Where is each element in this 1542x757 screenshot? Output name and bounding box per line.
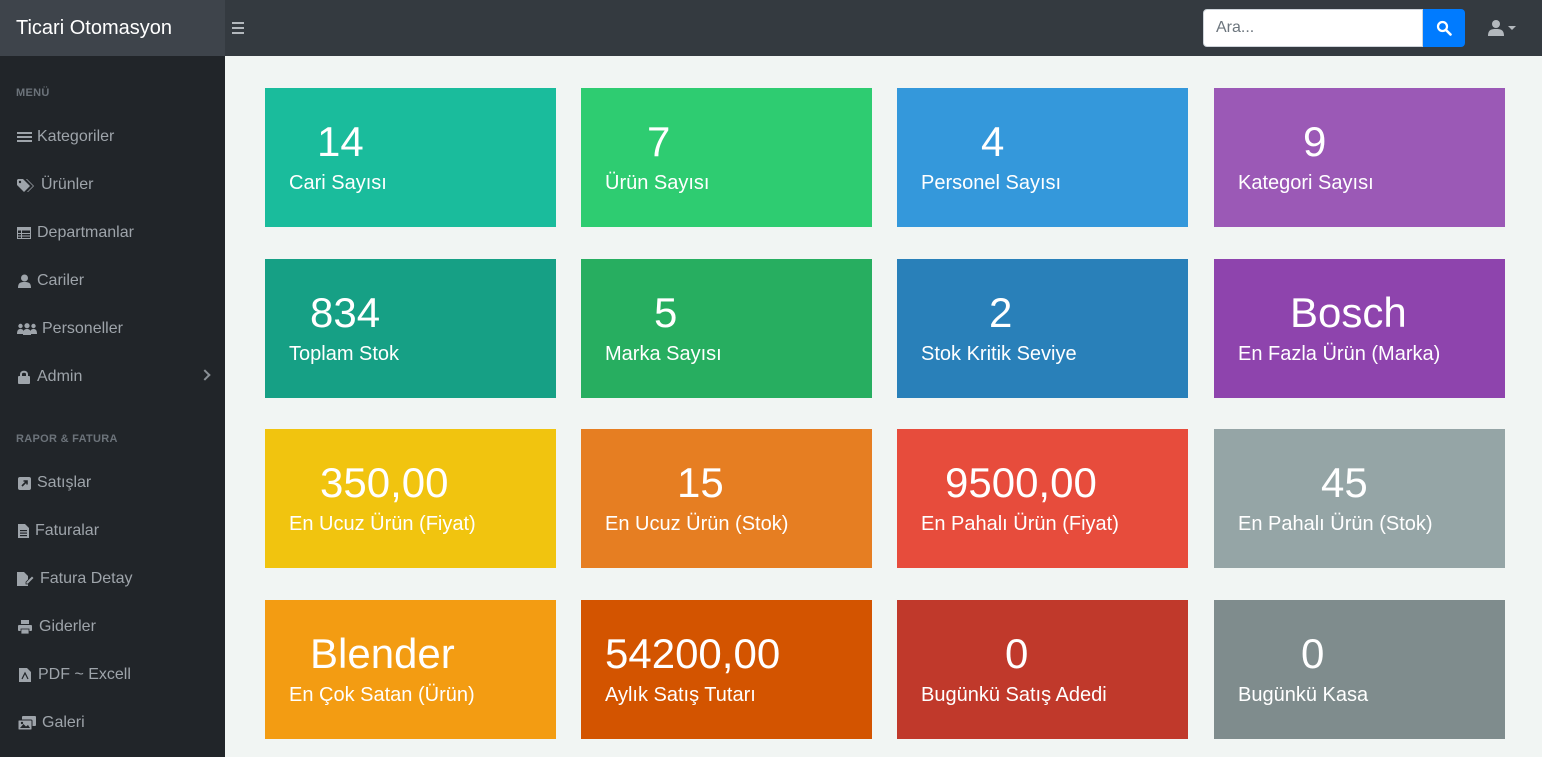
users-icon — [16, 321, 37, 337]
stat-card-en-ucuz-urun-fiyat[interactable]: 350,00 En Ucuz Ürün (Fiyat) — [265, 429, 556, 568]
edit-file-icon — [16, 571, 35, 587]
stat-label: Cari Sayısı — [289, 172, 387, 194]
pdf-file-icon — [16, 667, 33, 683]
sidebar-item-label: Galeri — [42, 714, 85, 731]
caret-down-icon — [1508, 26, 1516, 30]
sidebar-item-galeri[interactable]: Galeri — [0, 703, 225, 743]
stat-value: 45 — [1321, 459, 1368, 506]
stat-value: 14 — [317, 118, 364, 165]
search-input[interactable] — [1203, 9, 1423, 47]
stat-value: Blender — [310, 630, 455, 677]
stat-value: 9500,00 — [945, 459, 1097, 506]
stat-value: 350,00 — [320, 459, 449, 506]
stat-label: En Ucuz Ürün (Stok) — [605, 513, 789, 535]
sidebar-item-pdf-excell[interactable]: PDF ~ Excell — [0, 655, 225, 695]
sidebar-item-label: Admin — [37, 368, 83, 385]
stat-card-bugunku-kasa[interactable]: 0 Bugünkü Kasa — [1214, 600, 1505, 739]
sidebar-item-satislar[interactable]: Satışlar — [0, 463, 225, 503]
sidebar-item-urunler[interactable]: Ürünler — [0, 165, 225, 205]
stat-card-en-pahali-urun-stok[interactable]: 45 En Pahalı Ürün (Stok) — [1214, 429, 1505, 568]
sidebar-item-faturalar[interactable]: Faturalar — [0, 511, 225, 551]
stat-value: 15 — [677, 459, 724, 506]
sidebar-item-kategoriler[interactable]: Kategoriler — [0, 117, 225, 157]
file-text-icon — [16, 523, 30, 539]
stat-card-kategori-sayisi[interactable]: 9 Kategori Sayısı — [1214, 88, 1505, 227]
lock-icon — [16, 369, 32, 385]
sidebar-heading-rapor-fatura: RAPOR & FATURA — [16, 433, 118, 445]
search-button[interactable] — [1423, 9, 1465, 47]
stat-card-marka-sayisi[interactable]: 5 Marka Sayısı — [581, 259, 872, 398]
stat-card-en-cok-satan-urun[interactable]: Blender En Çok Satan (Ürün) — [265, 600, 556, 739]
sidebar-item-label: Kategoriler — [37, 128, 115, 145]
sidebar: MENÜ Kategoriler Ürünler Departmanlar Ca… — [0, 56, 225, 757]
stat-card-aylik-satis-tutari[interactable]: 54200,00 Aylık Satış Tutarı — [581, 600, 872, 739]
tags-icon — [16, 177, 36, 193]
sidebar-item-label: Giderler — [39, 618, 96, 635]
stat-card-en-fazla-urun-marka[interactable]: Bosch En Fazla Ürün (Marka) — [1214, 259, 1505, 398]
sidebar-item-cariler[interactable]: Cariler — [0, 261, 225, 301]
stat-label: En Pahalı Ürün (Stok) — [1238, 513, 1433, 535]
stat-card-stok-kritik-seviye[interactable]: 2 Stok Kritik Seviye — [897, 259, 1188, 398]
stat-value: 5 — [654, 289, 678, 336]
sidebar-item-label: Faturalar — [35, 522, 100, 539]
stat-label: Bugünkü Kasa — [1238, 684, 1369, 706]
sidebar-item-label: Personeller — [42, 320, 123, 337]
stat-card-urun-sayisi[interactable]: 7 Ürün Sayısı — [581, 88, 872, 227]
stat-label: Stok Kritik Seviye — [921, 343, 1077, 365]
stat-label: Kategori Sayısı — [1238, 172, 1374, 194]
stat-card-personel-sayisi[interactable]: 4 Personel Sayısı — [897, 88, 1188, 227]
stat-label: Aylık Satış Tutarı — [605, 684, 756, 706]
stat-value: 2 — [989, 289, 1013, 336]
sidebar-item-label: Cariler — [37, 272, 85, 289]
stat-label: Toplam Stok — [289, 343, 400, 365]
stat-value: 7 — [647, 118, 671, 165]
stat-label: En Çok Satan (Ürün) — [289, 684, 475, 706]
stat-value: 4 — [981, 118, 1005, 165]
stat-label: Bugünkü Satış Adedi — [921, 684, 1107, 706]
stat-label: Marka Sayısı — [605, 343, 722, 365]
sidebar-item-label: Fatura Detay — [40, 570, 133, 587]
user-menu-button[interactable] — [1488, 15, 1528, 41]
app-brand[interactable]: Ticari Otomasyon — [0, 0, 225, 56]
stat-value: 0 — [1005, 630, 1029, 677]
sidebar-item-giderler[interactable]: Giderler — [0, 607, 225, 647]
stat-value: 9 — [1303, 118, 1327, 165]
chevron-right-icon — [199, 369, 211, 381]
stat-card-en-ucuz-urun-stok[interactable]: 15 En Ucuz Ürün (Stok) — [581, 429, 872, 568]
stat-label: Personel Sayısı — [921, 172, 1062, 194]
stat-value: Bosch — [1290, 289, 1407, 336]
stat-card-cari-sayisi[interactable]: 14 Cari Sayısı — [265, 88, 556, 227]
sidebar-heading-menu: MENÜ — [16, 87, 50, 99]
list-icon — [16, 129, 32, 145]
stat-label: Ürün Sayısı — [605, 172, 710, 194]
sidebar-item-label: Satışlar — [37, 474, 92, 491]
external-link-icon — [16, 475, 32, 491]
stat-label: En Pahalı Ürün (Fiyat) — [921, 513, 1119, 535]
user-icon — [1488, 20, 1504, 36]
sidebar-item-fatura-detay[interactable]: Fatura Detay — [0, 559, 225, 599]
stat-label: En Ucuz Ürün (Fiyat) — [289, 513, 476, 535]
stat-label: En Fazla Ürün (Marka) — [1238, 343, 1441, 365]
stat-value: 0 — [1301, 630, 1325, 677]
stat-card-bugunku-satis-adedi[interactable]: 0 Bugünkü Satış Adedi — [897, 600, 1188, 739]
sidebar-item-label: Departmanlar — [37, 224, 134, 241]
sidebar-item-label: Ürünler — [41, 176, 94, 193]
stat-card-en-pahali-urun-fiyat[interactable]: 9500,00 En Pahalı Ürün (Fiyat) — [897, 429, 1188, 568]
table-icon — [16, 225, 32, 241]
sidebar-item-label: PDF ~ Excell — [38, 666, 131, 683]
bars-icon[interactable] — [232, 17, 248, 39]
sidebar-item-departmanlar[interactable]: Departmanlar — [0, 213, 225, 253]
stat-card-toplam-stok[interactable]: 834 Toplam Stok — [265, 259, 556, 398]
print-icon — [16, 619, 34, 635]
top-navbar: Ticari Otomasyon — [0, 0, 1542, 56]
stat-value: 54200,00 — [605, 630, 781, 677]
stat-value: 834 — [310, 289, 381, 336]
user-icon — [16, 273, 32, 289]
search-icon — [1436, 20, 1452, 36]
sidebar-item-personeller[interactable]: Personeller — [0, 309, 225, 349]
sidebar-item-admin[interactable]: Admin — [0, 357, 225, 397]
images-icon — [16, 715, 37, 731]
